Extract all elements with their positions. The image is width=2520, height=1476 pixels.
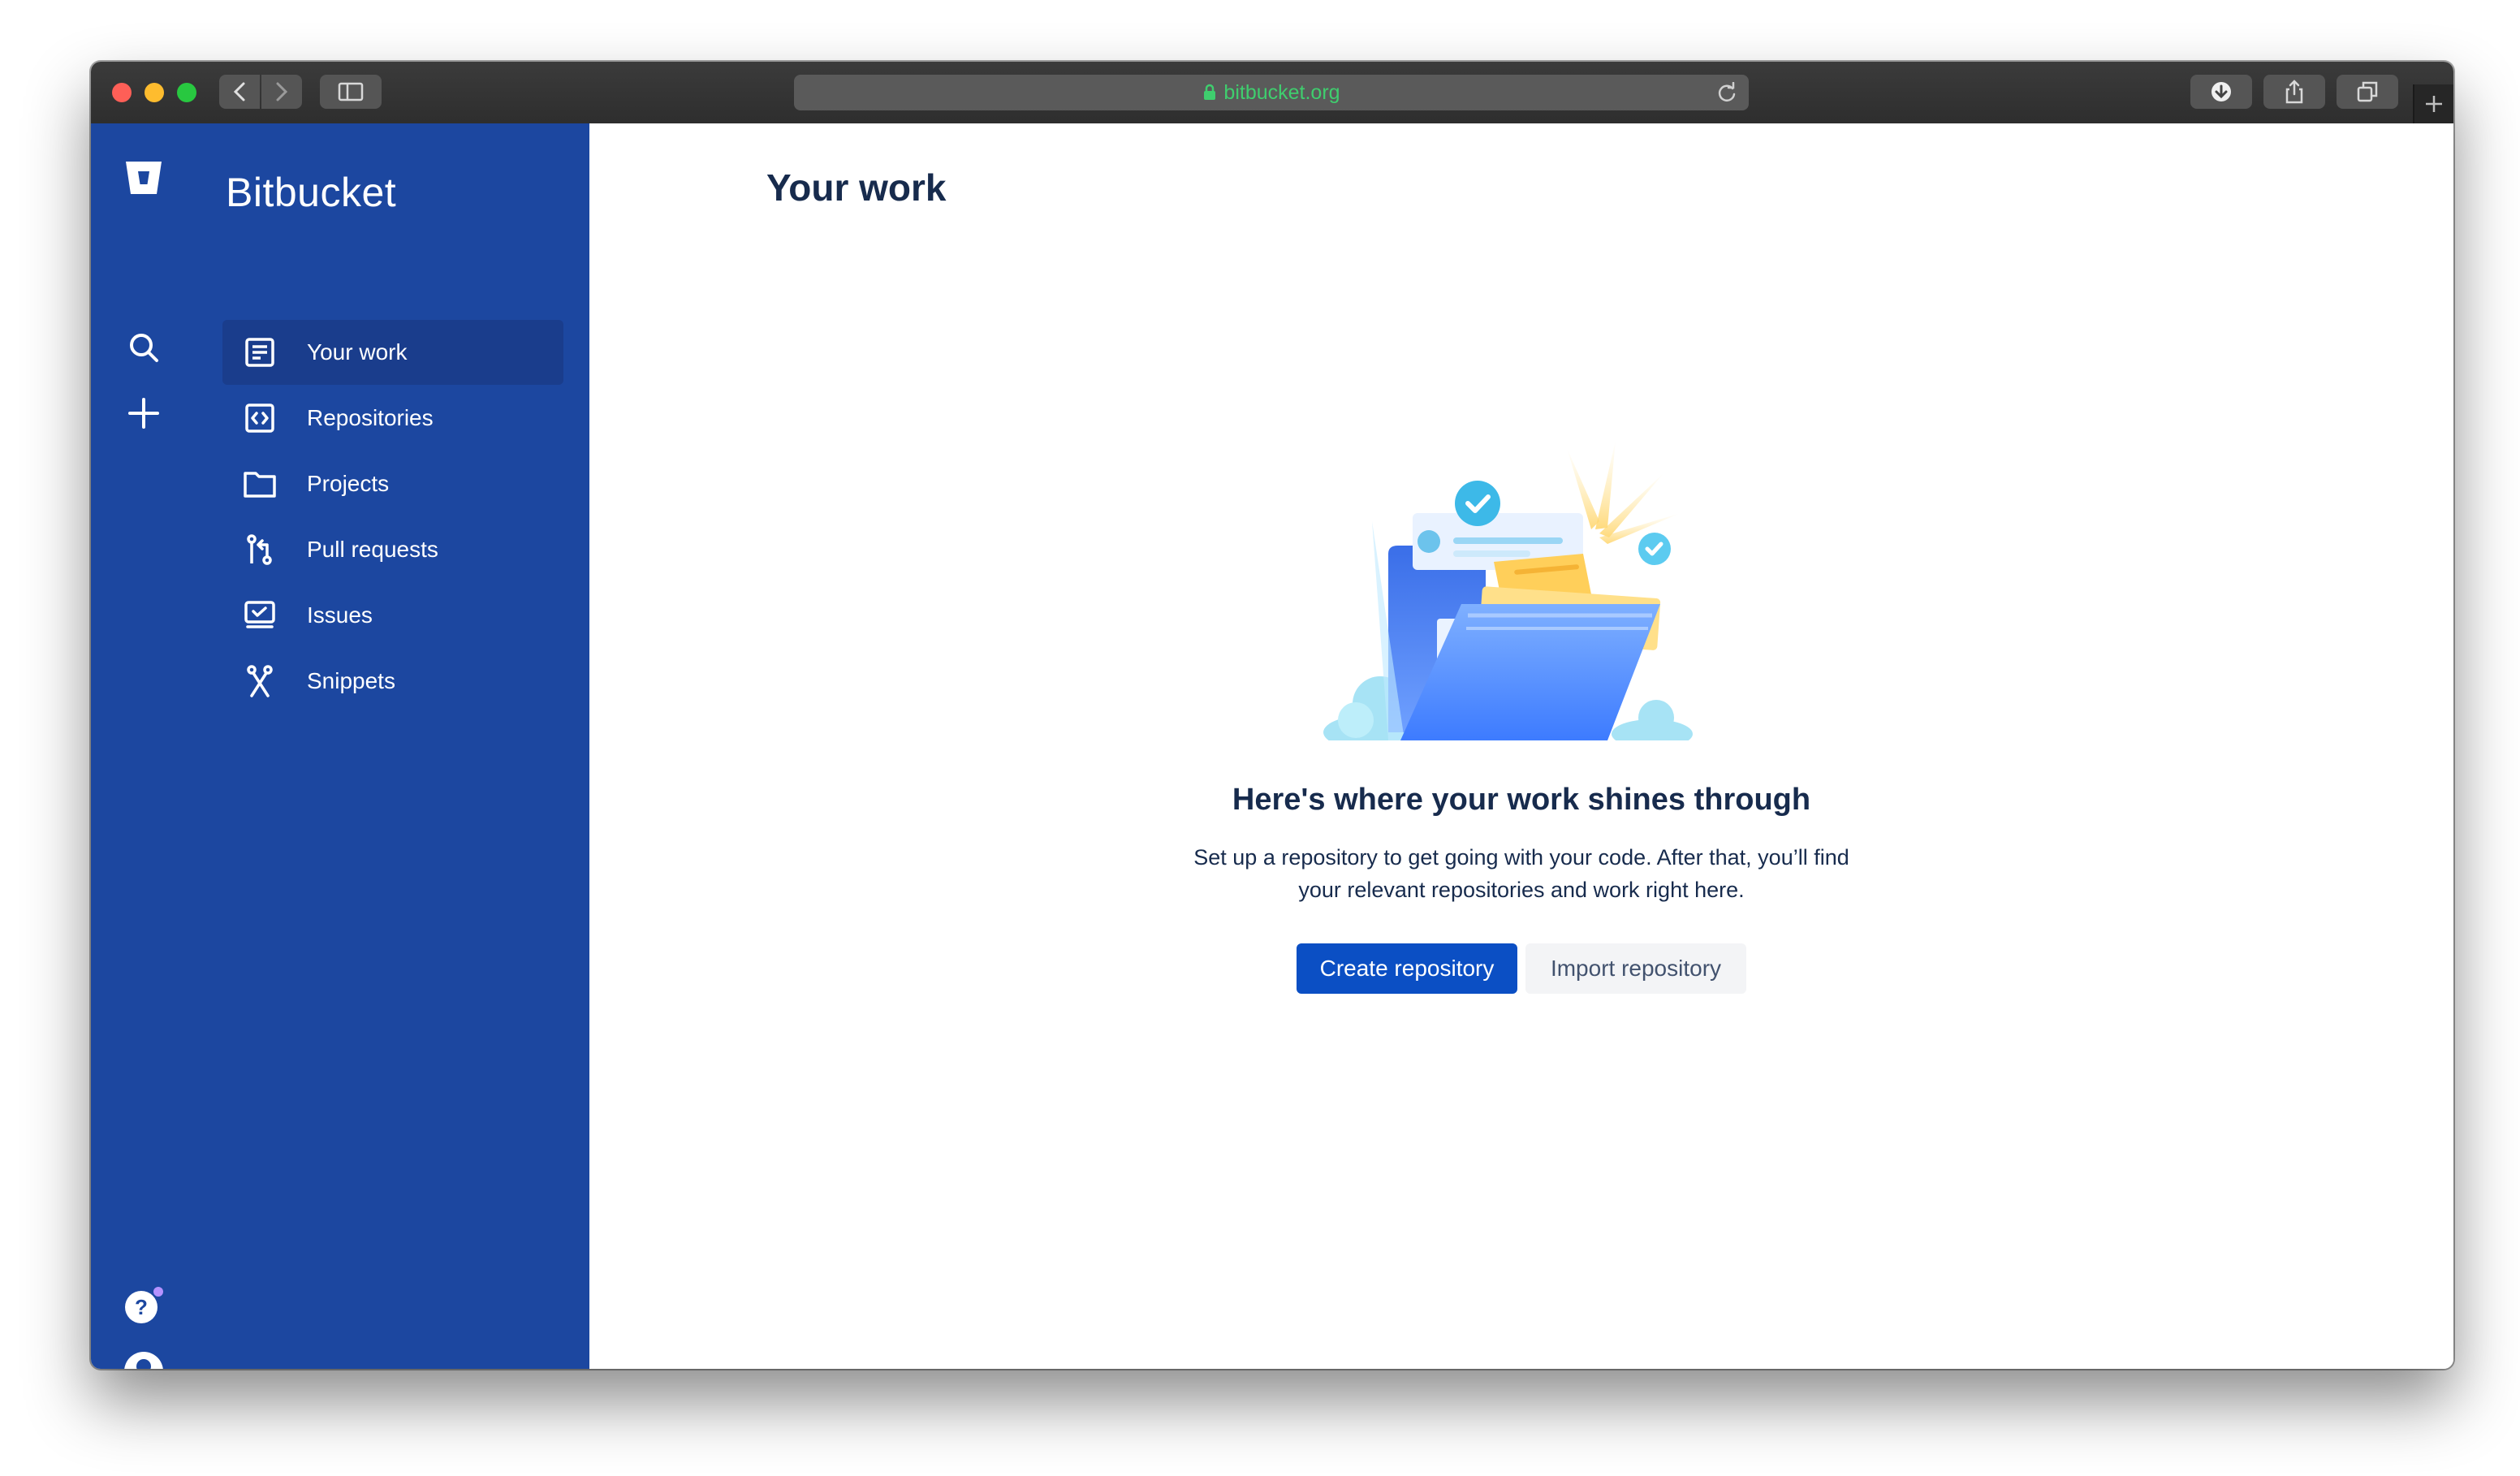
main-content: Your work Here's where your work shines … <box>589 123 2453 1369</box>
url-text: bitbucket.org <box>1223 80 1340 104</box>
sidebar-toggle-button[interactable] <box>320 75 382 109</box>
sidebar-item-label: Snippets <box>307 668 395 693</box>
issues-icon <box>242 598 278 633</box>
new-tab-button[interactable] <box>2413 84 2453 123</box>
bitbucket-logo-icon[interactable] <box>123 158 164 198</box>
svg-text:?: ? <box>135 1295 148 1319</box>
browser-window: bitbucket.org ? Bitbucket Your work Repo… <box>91 62 2453 1369</box>
repositories-icon <box>242 400 278 436</box>
sidebar-item-snippets[interactable]: Snippets <box>222 649 563 714</box>
minimize-window-button[interactable] <box>145 83 164 102</box>
help-icon[interactable]: ? <box>123 1286 164 1327</box>
projects-icon <box>242 466 278 502</box>
forward-icon <box>276 82 288 101</box>
sidebar-item-label: Your work <box>307 339 408 365</box>
back-button[interactable] <box>219 75 260 109</box>
browser-toolbar: bitbucket.org <box>91 62 2453 125</box>
sidebar-item-repositories[interactable]: Repositories <box>222 386 563 451</box>
sidebar: ? Bitbucket Your work Repositories Proje… <box>91 123 589 1369</box>
empty-state-description-line: your relevant repositories and work righ… <box>1298 878 1745 902</box>
downloads-button[interactable] <box>2190 75 2252 109</box>
share-icon <box>2285 80 2303 104</box>
empty-state-description-line: Set up a repository to get going with yo… <box>1193 845 1849 870</box>
sidebar-item-label: Pull requests <box>307 537 438 562</box>
download-icon <box>2211 82 2231 101</box>
close-window-button[interactable] <box>112 83 132 102</box>
empty-state-actions: Create repository Import repository <box>589 943 2453 994</box>
profile-icon[interactable] <box>123 1351 164 1369</box>
sidebar-item-label: Repositories <box>307 405 434 430</box>
share-button[interactable] <box>2263 75 2325 109</box>
snippets-icon <box>242 663 278 699</box>
sidebar-item-label: Issues <box>307 602 373 628</box>
pull-requests-icon <box>242 532 278 568</box>
back-icon <box>233 82 245 101</box>
sidebar-item-label: Projects <box>307 471 390 496</box>
address-bar[interactable]: bitbucket.org <box>794 75 1749 110</box>
new-tab-icon <box>2426 96 2442 112</box>
tabs-icon <box>2357 81 2378 102</box>
create-icon[interactable] <box>123 393 164 434</box>
tabs-overview-button[interactable] <box>2337 75 2398 109</box>
empty-state-heading: Here's where your work shines through <box>1232 783 1811 817</box>
forward-button[interactable] <box>261 75 302 109</box>
create-repository-button[interactable]: Create repository <box>1297 943 1517 994</box>
global-navigation: ? <box>91 123 196 1369</box>
page-title: Your work <box>766 166 947 209</box>
sidebar-item-your-work[interactable]: Your work <box>222 320 563 385</box>
lock-icon <box>1202 84 1217 101</box>
reload-icon[interactable] <box>1716 81 1737 109</box>
maximize-window-button[interactable] <box>177 83 196 102</box>
sidebar-item-pull-requests[interactable]: Pull requests <box>222 517 563 582</box>
search-icon[interactable] <box>123 327 164 368</box>
sidebar-item-issues[interactable]: Issues <box>222 583 563 648</box>
sidebar-item-projects[interactable]: Projects <box>222 451 563 516</box>
empty-state-illustration <box>1323 424 1697 750</box>
your-work-icon <box>242 334 278 370</box>
import-repository-button[interactable]: Import repository <box>1525 943 1746 994</box>
sidebar-nav: Your work Repositories Projects Pull req… <box>222 320 563 714</box>
empty-state-description: Set up a repository to get going with yo… <box>589 841 2453 906</box>
product-name[interactable]: Bitbucket <box>226 169 396 216</box>
sidebar-toggle-icon <box>338 82 364 101</box>
